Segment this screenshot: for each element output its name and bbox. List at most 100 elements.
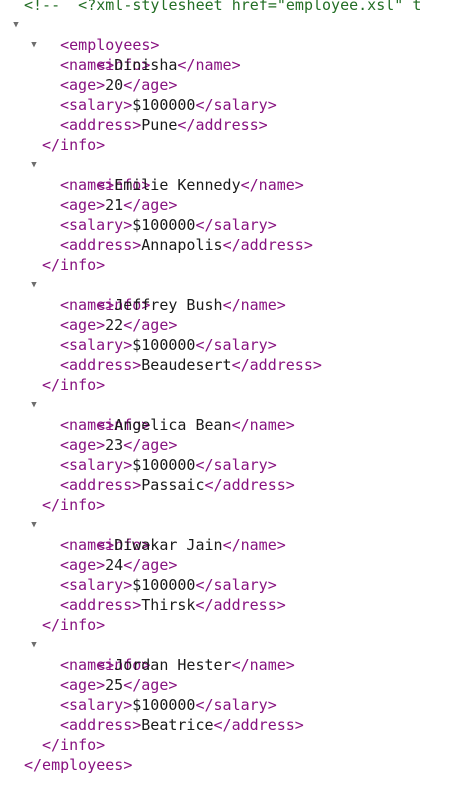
info-open-line: ▼ <info>: [0, 515, 453, 554]
address-close-tag: </address>: [195, 596, 286, 614]
address-line: <address>Thirsk</address>: [0, 595, 453, 615]
address-line: <address>Passaic</address>: [0, 475, 453, 495]
salary-close-tag: </salary>: [195, 696, 277, 714]
collapse-toggle-icon[interactable]: ▼: [28, 395, 40, 415]
employee-salary: $100000: [132, 216, 196, 234]
info-close-line: </info>: [0, 135, 453, 155]
info-close-tag: </info>: [42, 136, 106, 154]
age-line: <age>24</age>: [0, 555, 453, 575]
employee-address: Annapolis: [141, 236, 223, 254]
age-open-tag: <age>: [60, 316, 106, 334]
info-open-line: ▼ <info>: [0, 35, 453, 74]
employee-address: Passaic: [141, 476, 205, 494]
address-line: <address>Annapolis</address>: [0, 235, 453, 255]
address-line: <address>Pune</address>: [0, 115, 453, 135]
name-close-tag: </name>: [231, 416, 295, 434]
info-close-line: </info>: [0, 255, 453, 275]
address-open-tag: <address>: [60, 596, 142, 614]
info-open-line: ▼ <info>: [0, 635, 453, 674]
salary-line: <salary>$100000</salary>: [0, 695, 453, 715]
info-close-line: </info>: [0, 735, 453, 755]
salary-open-tag: <salary>: [60, 336, 133, 354]
name-line: <name>Emilie Kennedy</name>: [0, 175, 453, 195]
info-close-tag: </info>: [42, 496, 106, 514]
age-close-tag: </age>: [123, 76, 178, 94]
collapse-toggle-icon[interactable]: ▼: [28, 35, 40, 55]
address-open-tag: <address>: [60, 356, 142, 374]
info-close-tag: </info>: [42, 736, 106, 754]
age-line: <age>20</age>: [0, 75, 453, 95]
employees-close-tag: </employees>: [24, 756, 133, 774]
name-open-tag: <name>: [60, 56, 115, 74]
salary-open-tag: <salary>: [60, 576, 133, 594]
name-close-tag: </name>: [222, 296, 286, 314]
salary-close-tag: </salary>: [195, 336, 277, 354]
address-close-tag: </address>: [204, 476, 295, 494]
name-open-tag: <name>: [60, 416, 115, 434]
salary-open-tag: <salary>: [60, 216, 133, 234]
info-close-line: </info>: [0, 495, 453, 515]
address-close-tag: </address>: [177, 116, 268, 134]
address-open-tag: <address>: [60, 716, 142, 734]
info-close-tag: </info>: [42, 376, 106, 394]
age-close-tag: </age>: [123, 676, 178, 694]
employee-salary: $100000: [132, 576, 196, 594]
salary-close-tag: </salary>: [195, 456, 277, 474]
address-close-tag: </address>: [231, 356, 322, 374]
name-close-tag: </name>: [222, 536, 286, 554]
info-close-tag: </info>: [42, 616, 106, 634]
name-line: <name>Diwakar Jain</name>: [0, 535, 453, 555]
collapse-toggle-icon[interactable]: ▼: [28, 635, 40, 655]
employee-age: 22: [105, 316, 124, 334]
employee-age: 23: [105, 436, 124, 454]
employee-salary: $100000: [132, 456, 196, 474]
salary-line: <salary>$100000</salary>: [0, 215, 453, 235]
salary-line: <salary>$100000</salary>: [0, 455, 453, 475]
age-close-tag: </age>: [123, 436, 178, 454]
salary-close-tag: </salary>: [195, 576, 277, 594]
salary-close-tag: </salary>: [195, 96, 277, 114]
age-line: <age>23</age>: [0, 435, 453, 455]
age-close-tag: </age>: [123, 316, 178, 334]
xml-comment-line: <!-- <?xml-stylesheet href="employee.xsl…: [24, 0, 422, 14]
name-close-tag: </name>: [231, 656, 295, 674]
age-open-tag: <age>: [60, 436, 106, 454]
name-open-tag: <name>: [60, 536, 115, 554]
age-line: <age>21</age>: [0, 195, 453, 215]
address-open-tag: <address>: [60, 116, 142, 134]
employee-salary: $100000: [132, 96, 196, 114]
employee-name: Jordan Hester: [114, 656, 232, 674]
age-line: <age>22</age>: [0, 315, 453, 335]
address-open-tag: <address>: [60, 236, 142, 254]
info-close-line: </info>: [0, 615, 453, 635]
age-close-tag: </age>: [123, 556, 178, 574]
name-close-tag: </name>: [177, 56, 241, 74]
employee-name: Diwakar Jain: [114, 536, 223, 554]
age-open-tag: <age>: [60, 196, 106, 214]
name-close-tag: </name>: [240, 176, 304, 194]
address-close-tag: </address>: [213, 716, 304, 734]
address-line: <address>Beatrice</address>: [0, 715, 453, 735]
collapse-toggle-icon[interactable]: ▼: [10, 15, 22, 35]
info-open-line: ▼ <info>: [0, 275, 453, 314]
info-open-line: ▼ <info>: [0, 395, 453, 434]
age-open-tag: <age>: [60, 556, 106, 574]
collapse-toggle-icon[interactable]: ▼: [28, 275, 40, 295]
age-open-tag: <age>: [60, 676, 106, 694]
address-line: <address>Beaudesert</address>: [0, 355, 453, 375]
salary-line: <salary>$100000</salary>: [0, 95, 453, 115]
name-line: <name>Angelica Bean</name>: [0, 415, 453, 435]
salary-close-tag: </salary>: [195, 216, 277, 234]
employee-salary: $100000: [132, 696, 196, 714]
employee-salary: $100000: [132, 336, 196, 354]
employee-name: Dinisha: [114, 56, 178, 74]
age-open-tag: <age>: [60, 76, 106, 94]
employee-name: Angelica Bean: [114, 416, 232, 434]
name-line: <name>Dinisha</name>: [0, 55, 453, 75]
employee-address: Beatrice: [141, 716, 214, 734]
collapse-toggle-icon[interactable]: ▼: [28, 155, 40, 175]
name-open-tag: <name>: [60, 656, 115, 674]
salary-line: <salary>$100000</salary>: [0, 335, 453, 355]
collapse-toggle-icon[interactable]: ▼: [28, 515, 40, 535]
employee-address: Thirsk: [141, 596, 196, 614]
